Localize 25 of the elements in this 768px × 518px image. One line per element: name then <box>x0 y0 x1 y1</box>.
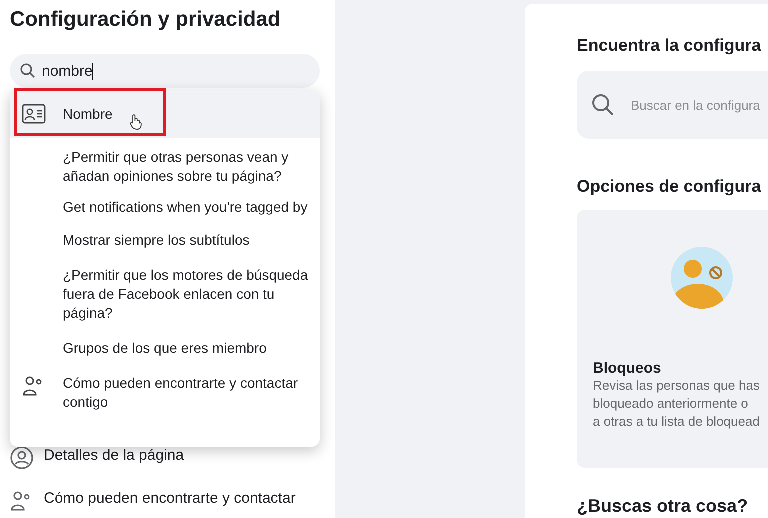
id-card-icon <box>22 104 46 124</box>
search-result[interactable]: ¿Permitir que los motores de búsqueda fuera de Facebook enlacen con tu página? <box>10 260 320 329</box>
section-heading: Opciones de configura <box>577 177 762 197</box>
sidebar-item[interactable]: Detalles de la página <box>10 446 325 470</box>
search-result[interactable]: ¿Permitir que otras personas vean y añadan opiniones sobre tu página? <box>10 142 320 192</box>
search-result[interactable]: Get notifications when you're tagged by <box>10 192 320 223</box>
person-circle-icon <box>10 446 34 470</box>
card-title: Bloqueos <box>593 360 662 377</box>
search-result[interactable]: Cómo pueden encontrarte y contactar contigo <box>10 368 320 418</box>
search-result[interactable]: Nombre <box>10 90 320 138</box>
blocked-person-icon <box>670 246 734 310</box>
search-result[interactable]: Grupos de los que eres miembro <box>10 333 320 364</box>
search-icon <box>20 63 36 79</box>
blocking-card[interactable]: Bloqueos Revisa las personas que has bloqueado anteriormente o a otras a tu lista de bloquead <box>577 210 768 468</box>
card-description: bloqueado anteriormente o <box>593 395 750 413</box>
hand-cursor-icon <box>130 114 142 130</box>
search-result[interactable]: Mostrar siempre los subtítulos <box>10 225 320 256</box>
card-description: Revisa las personas que has <box>593 377 761 395</box>
search-field[interactable]: nombre <box>10 54 320 88</box>
section-heading: ¿Buscas otra cosa? <box>577 496 750 517</box>
search-icon <box>591 93 615 117</box>
sidebar-title: Configuración y privacidad <box>10 8 282 33</box>
card-description: a otras a tu lista de bloquead <box>593 413 761 431</box>
sidebar-item[interactable]: Cómo pueden encontrarte y contactar <box>10 489 325 513</box>
section-heading: Encuentra la configura <box>577 36 762 56</box>
